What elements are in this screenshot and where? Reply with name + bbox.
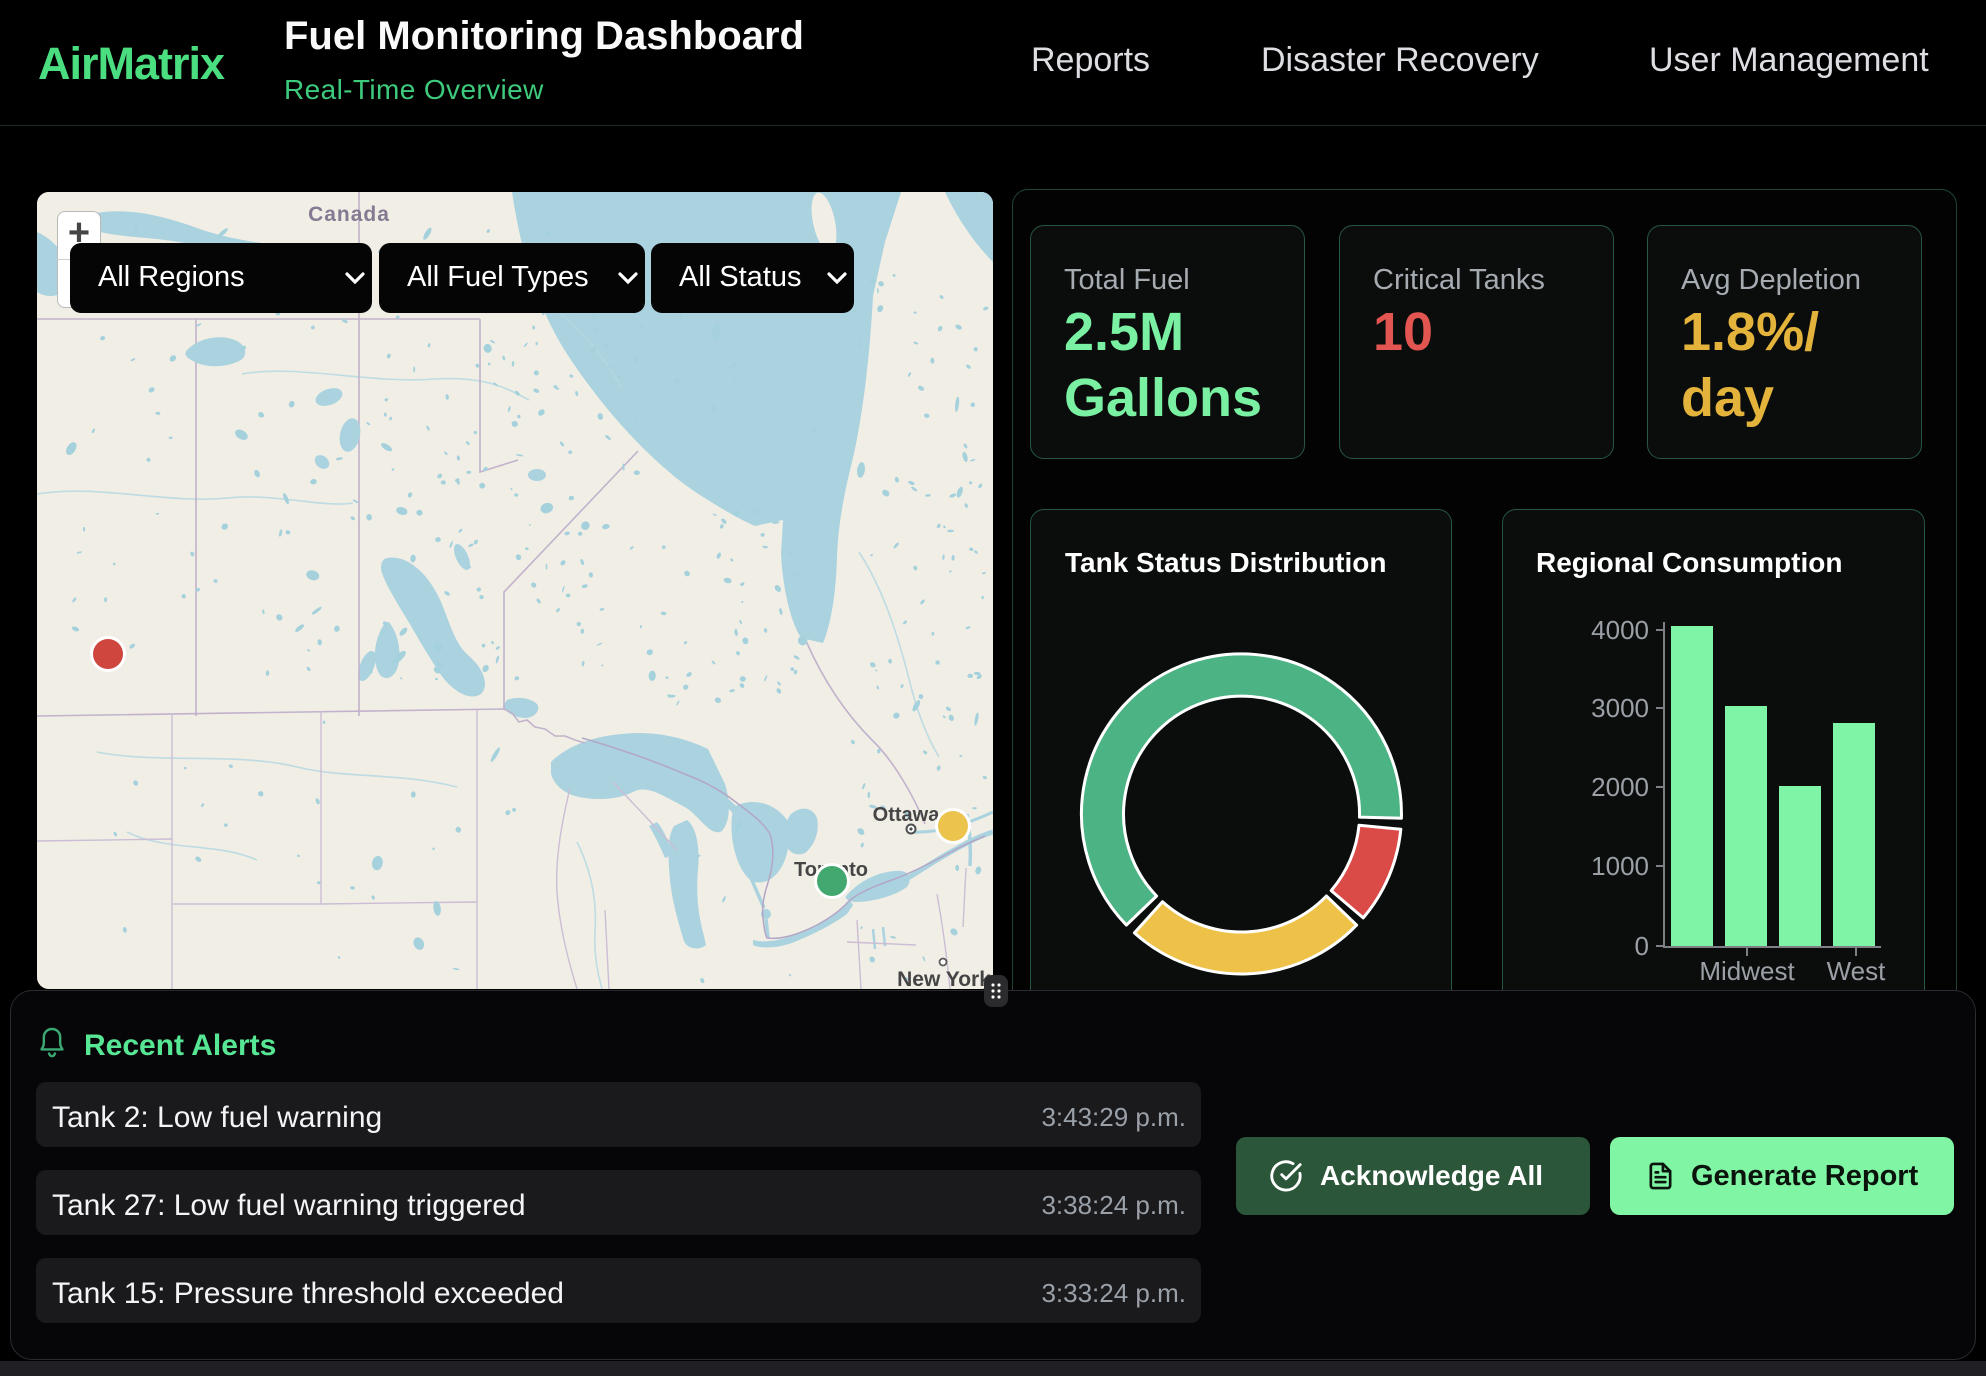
svg-text:1000: 1000 [1591,851,1649,881]
svg-text:3000: 3000 [1591,693,1649,723]
svg-text:Ottawa: Ottawa [873,804,941,826]
svg-text:4000: 4000 [1591,615,1649,645]
svg-text:Midwest: Midwest [1699,956,1795,986]
svg-text:West: West [1827,956,1887,986]
svg-text:Canada: Canada [308,203,390,226]
svg-text:0: 0 [1635,931,1649,961]
svg-text:New York: New York [897,968,991,989]
svg-text:2000: 2000 [1591,772,1649,802]
